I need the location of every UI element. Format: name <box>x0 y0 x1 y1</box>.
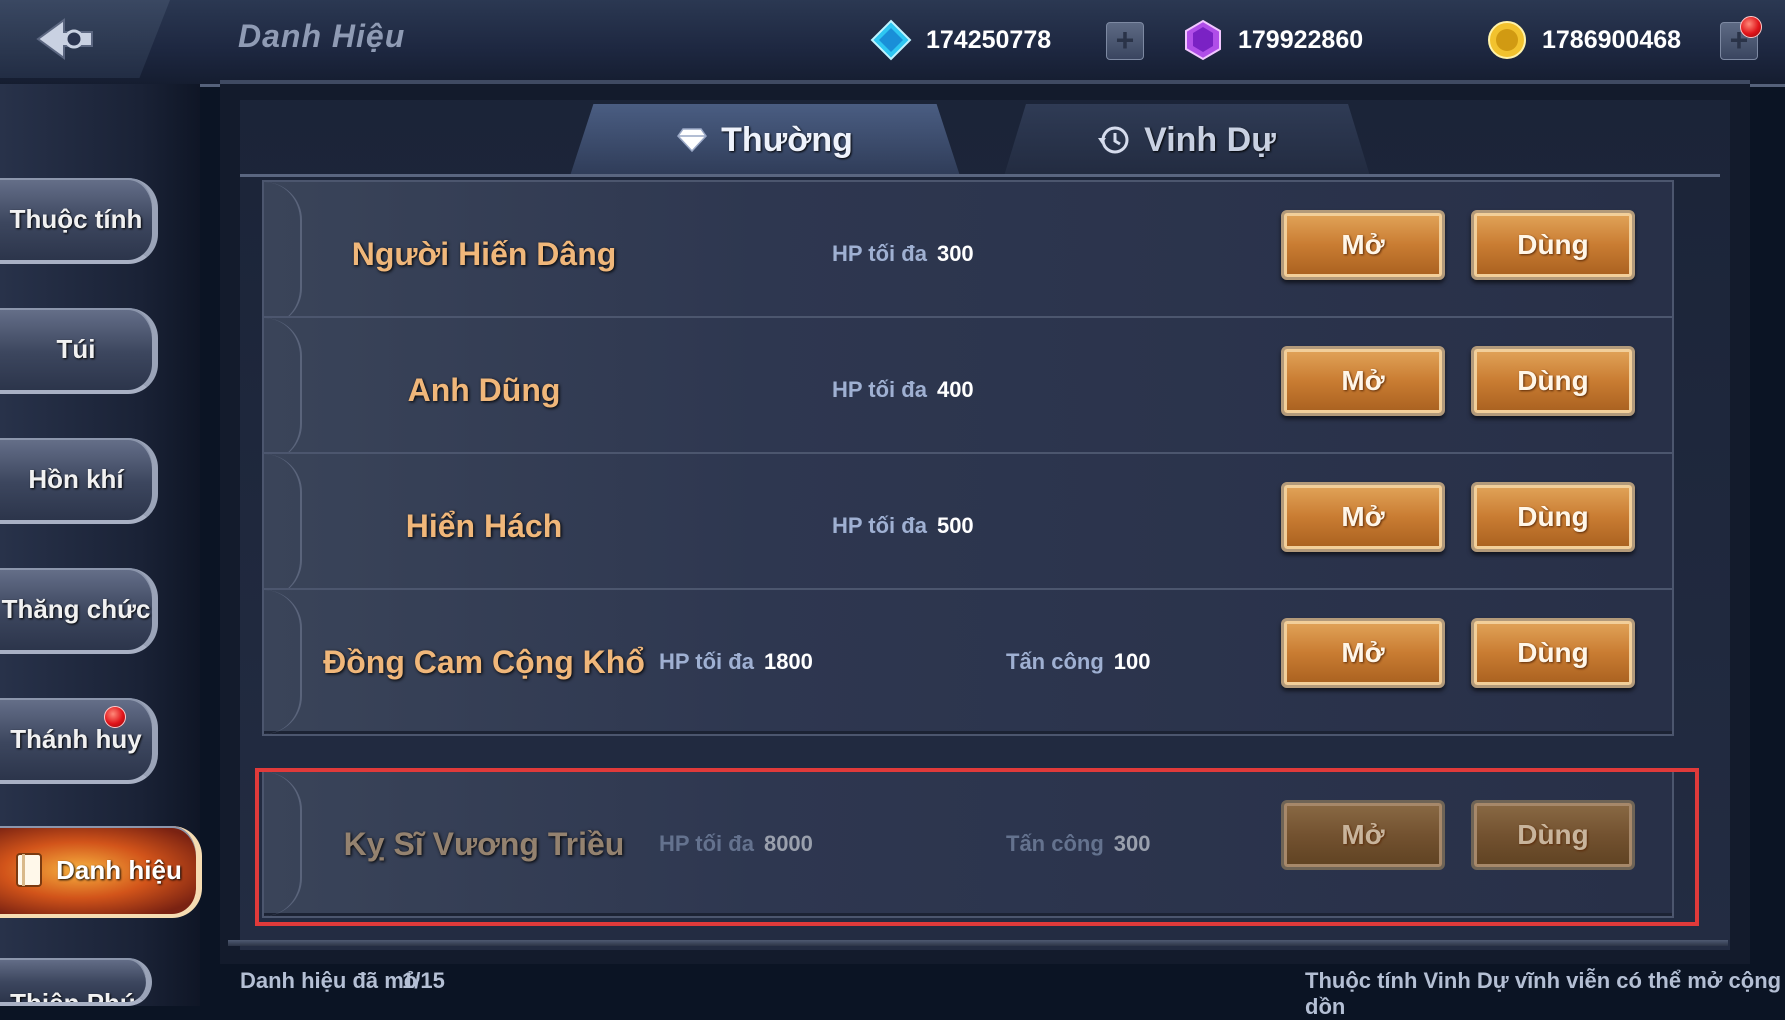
nav-item-titles[interactable]: Danh hiệu <box>0 826 202 918</box>
emblem-notification-dot <box>104 706 126 728</box>
page-title: Danh Hiệu <box>238 18 406 54</box>
list-item: Hiển Hách HP tối đa 500 Mở Dùng <box>262 452 1674 600</box>
notification-dot <box>1740 16 1762 38</box>
tab-honor[interactable]: Vinh Dự <box>1004 104 1370 176</box>
book-icon <box>16 853 43 887</box>
diamond-icon <box>870 19 912 61</box>
use-button[interactable]: Dùng <box>1471 618 1635 688</box>
history-icon <box>1098 126 1129 154</box>
nav-item-label: Thuộc tính <box>9 203 143 234</box>
nav-item-label: Danh hiệu <box>56 854 182 885</box>
stat-label: HP tối đa <box>659 649 754 674</box>
use-button[interactable]: Dùng <box>1471 346 1635 416</box>
stat-label: HP tối đa <box>832 513 927 538</box>
add-diamond-button[interactable]: + <box>1106 22 1144 60</box>
tab-normal[interactable]: Thường <box>570 104 960 176</box>
open-button[interactable]: Mở <box>1281 210 1445 280</box>
footer-divider <box>228 940 1728 946</box>
stat-attack: Tấn công 100 <box>1006 590 1151 734</box>
purple-gem-icon <box>1185 19 1221 61</box>
gold-coin-icon <box>1488 21 1526 59</box>
stat-value: 100 <box>1113 649 1151 674</box>
open-button[interactable]: Mở <box>1281 618 1445 688</box>
tab-label: Vinh Dự <box>1144 120 1276 159</box>
tab-label: Thường <box>721 120 853 159</box>
gold-counter: 1786900468 <box>1486 18 1681 62</box>
honor-note: Thuộc tính Vinh Dự vĩnh viễn có thể mở c… <box>1305 968 1782 1019</box>
nav-item-label: Thánh huy <box>10 723 142 754</box>
use-button[interactable]: Dùng <box>1471 482 1635 552</box>
title-name: Anh Dũng <box>407 371 561 408</box>
title-name: Hiển Hách <box>405 507 563 544</box>
stat-value: 500 <box>936 513 974 538</box>
nav-item-soul[interactable]: Hồn khí <box>0 438 158 524</box>
nav-item-label: Thăng chức <box>1 593 151 624</box>
diamond-icon <box>677 128 708 153</box>
title-name: Người Hiến Dâng <box>351 235 617 272</box>
stat-label: HP tối đa <box>832 377 927 402</box>
stat-value: 400 <box>936 377 974 402</box>
tab-divider <box>240 174 1720 177</box>
nav-item-talent[interactable]: Thiên Phú <box>0 958 152 1006</box>
nav-item-emblem[interactable]: Thánh huy <box>0 698 158 784</box>
gem-amount: 179922860 <box>1238 25 1364 54</box>
list-item: Người Hiến Dâng HP tối đa 300 Mở Dùng <box>262 180 1674 328</box>
stat-value: 1800 <box>763 649 813 674</box>
nav-item-promotion[interactable]: Thăng chức <box>0 568 158 654</box>
open-button[interactable]: Mở <box>1281 482 1445 552</box>
top-bar: Danh Hiệu 174250778 + 179922860 17869004… <box>0 0 1785 87</box>
list-item: Đồng Cam Cộng Khổ HP tối đa 1800 Tấn côn… <box>262 588 1674 736</box>
diamond-amount: 174250778 <box>926 25 1052 54</box>
nav-item-label: Thiên Phú <box>10 988 136 1006</box>
list-item: Anh Dũng HP tối đa 400 Mở Dùng <box>262 316 1674 464</box>
stat-label: Tấn công <box>1006 649 1104 674</box>
title-name: Đồng Cam Cộng Khổ <box>323 643 645 680</box>
open-button[interactable]: Mở <box>1281 346 1445 416</box>
diamond-counter: 174250778 <box>870 18 1051 62</box>
highlight-box <box>255 768 1699 926</box>
nav-item-bag[interactable]: Túi <box>0 308 158 394</box>
stat-label: HP tối đa <box>832 241 927 266</box>
stat-hp: HP tối đa 300 <box>832 182 974 326</box>
gold-amount: 1786900468 <box>1542 25 1682 54</box>
nav-item-attributes[interactable]: Thuộc tính <box>0 178 158 264</box>
nav-item-label: Túi <box>56 333 96 364</box>
unlocked-label: Danh hiệu đã mở <box>240 968 420 993</box>
use-button[interactable]: Dùng <box>1471 210 1635 280</box>
back-arrow-icon <box>36 18 93 60</box>
stat-value: 300 <box>936 241 974 266</box>
nav-item-label: Hồn khí <box>28 463 124 494</box>
gem-counter: 179922860 <box>1182 18 1363 62</box>
unlocked-count: 1/15 <box>402 968 445 993</box>
stat-hp: HP tối đa 1800 <box>659 590 813 734</box>
stat-hp: HP tối đa 500 <box>832 454 974 598</box>
back-button[interactable] <box>0 0 170 78</box>
stat-hp: HP tối đa 400 <box>832 318 974 462</box>
